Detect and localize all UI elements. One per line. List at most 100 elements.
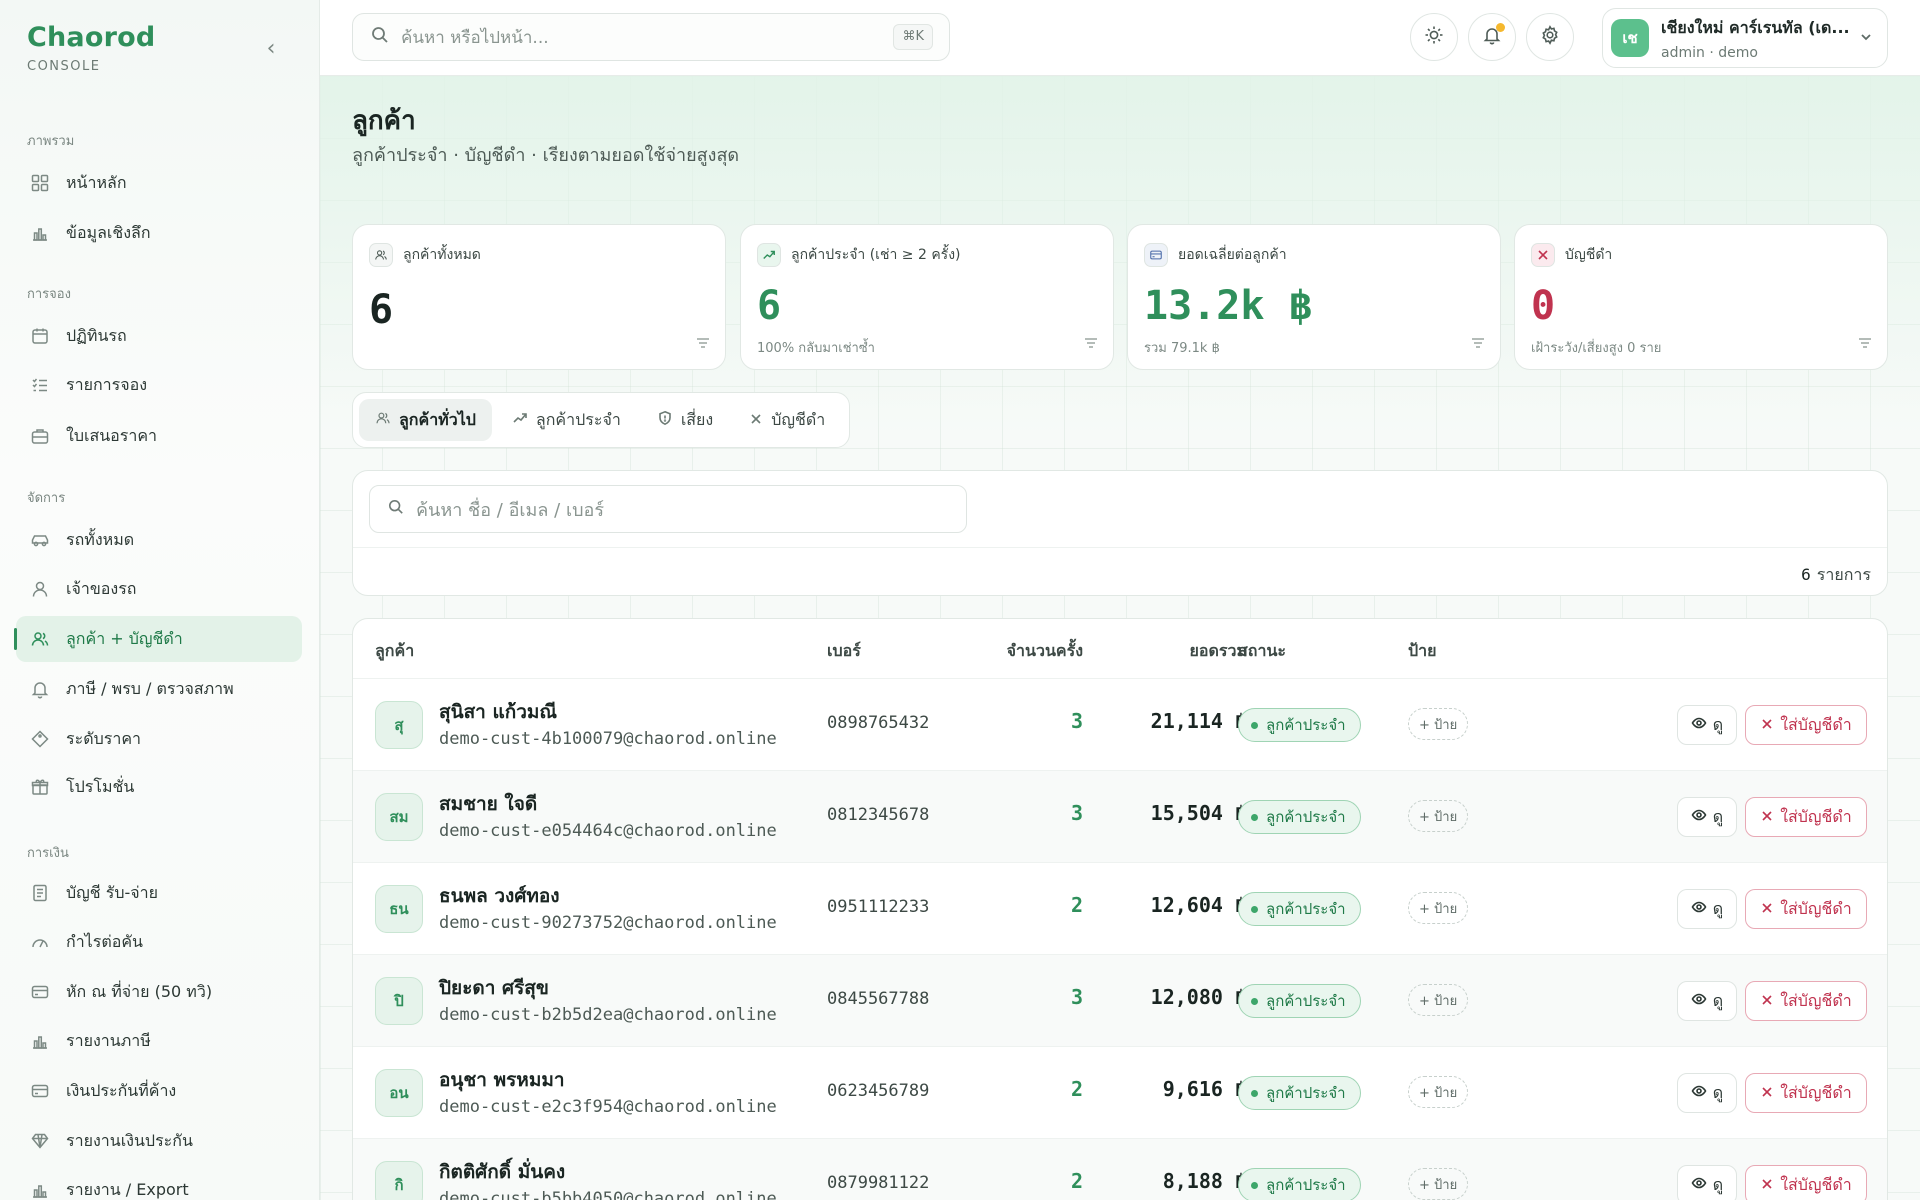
blacklist-label: ใส่บัญชีดำ [1780, 714, 1852, 734]
sidebar-item[interactable]: รายงานภาษี [16, 1018, 302, 1064]
filter-icon[interactable] [1083, 335, 1099, 355]
blacklist-button[interactable]: ใส่บัญชีดำ [1745, 889, 1867, 929]
blacklist-button[interactable]: ใส่บัญชีดำ [1745, 705, 1867, 745]
sidebar-item[interactable]: ลูกค้า + บัญชีดำ [14, 616, 302, 662]
tab-label: ลูกค้าประจำ [535, 409, 621, 429]
table-row[interactable]: ปิ ปิยะดา ศรีสุข demo-cust-b2b5d2ea@chaoro… [353, 955, 1887, 1047]
view-button[interactable]: ดู [1677, 981, 1737, 1021]
sidebar-item-label: เจ้าของรถ [66, 578, 137, 598]
sidebar-item[interactable]: รายการจอง [16, 362, 302, 408]
customer-name: สุนิสา แก้วมณี [439, 701, 558, 723]
view-button[interactable]: ดู [1677, 1073, 1737, 1113]
view-label: ดู [1712, 714, 1724, 734]
blacklist-button[interactable]: ใส่บัญชีดำ [1745, 1165, 1867, 1200]
sidebar-item-label: ข้อมูลเชิงลึก [66, 222, 151, 242]
col-phone[interactable]: เบอร์ [827, 639, 861, 664]
blacklist-button[interactable]: ใส่บัญชีดำ [1745, 797, 1867, 837]
view-button[interactable]: ดู [1677, 1165, 1737, 1200]
stat-note: 100% กลับมาเช่าซ้ำ [757, 341, 875, 356]
sidebar-item[interactable]: ข้อมูลเชิงลึก [16, 210, 302, 256]
user-menu[interactable]: เช เชียงใหม่ คาร์เรนทัล (เด... admin · d… [1602, 8, 1888, 68]
diamond-icon [30, 1131, 50, 1151]
blacklist-button[interactable]: ใส่บัญชีดำ [1745, 1073, 1867, 1113]
status-badge: ลูกค้าประจำ [1238, 892, 1361, 926]
settings-button[interactable] [1526, 13, 1574, 61]
sidebar-item[interactable]: ปฏิทินรถ [16, 313, 302, 359]
filter-icon[interactable] [1857, 335, 1873, 355]
stat-value: 6 [369, 287, 394, 333]
divider [353, 547, 1887, 548]
customer-name: ปิยะดา ศรีสุข [439, 977, 549, 999]
view-button[interactable]: ดู [1677, 797, 1737, 837]
table-row[interactable]: อน อนุชา พรหมมา demo-cust-e2c3f954@chaorod… [353, 1047, 1887, 1139]
sidebar-item-label: กำไรต่อคัน [66, 931, 143, 951]
collapse-sidebar-icon[interactable]: ‹ [260, 38, 282, 60]
sidebar-item[interactable]: กำไรต่อคัน [16, 919, 302, 965]
blacklist-button[interactable]: ใส่บัญชีดำ [1745, 981, 1867, 1021]
col-customer[interactable]: ลูกค้า [375, 639, 414, 664]
tab[interactable]: เสี่ยง [641, 399, 729, 441]
col-total[interactable]: ยอดรวม [1083, 639, 1248, 664]
gift-icon [30, 777, 50, 797]
table-row[interactable]: ธน ธนพล วงศ์ทอง demo-cust-90273752@chaorod… [353, 863, 1887, 955]
tag-icon [30, 729, 50, 749]
bar-chart-icon [30, 1180, 50, 1200]
filter-icon[interactable] [695, 335, 711, 355]
sidebar-item[interactable]: เจ้าของรถ [16, 566, 302, 612]
customer-table: ลูกค้า เบอร์ จำนวนครั้ง ยอดรวม สถานะ ป้า… [352, 618, 1888, 1200]
status-dot [1251, 997, 1258, 1005]
rental-count: 2 [1070, 893, 1083, 917]
x-icon [1760, 992, 1774, 1011]
customer-phone: 0951112233 [827, 897, 930, 917]
sidebar-item[interactable]: รายงาน / Export [16, 1167, 302, 1200]
view-label: ดู [1712, 898, 1724, 918]
sidebar-item[interactable]: รายงานเงินประกัน [16, 1118, 302, 1164]
sidebar-item[interactable]: บัญชี รับ-จ่าย [16, 870, 302, 916]
table-row[interactable]: สุ สุนิสา แก้วมณี demo-cust-4b100079@chaor… [353, 679, 1887, 771]
col-count[interactable]: จำนวนครั้ง [973, 639, 1083, 664]
customer-search-input[interactable]: ค้นหา ชื่อ / อีเมล / เบอร์ [369, 485, 967, 533]
theme-toggle-button[interactable] [1410, 13, 1458, 61]
sidebar-item[interactable]: รถทั้งหมด [16, 517, 302, 563]
tab[interactable]: ลูกค้าประจำ [496, 399, 637, 441]
status-badge: ลูกค้าประจำ [1238, 800, 1361, 834]
filter-card: ค้นหา ชื่อ / อีเมล / เบอร์ 6 รายการ [352, 470, 1888, 596]
sidebar-item[interactable]: ใบเสนอราคา [16, 413, 302, 459]
sidebar-item[interactable]: ระดับราคา [16, 716, 302, 762]
add-tag-button[interactable]: + ป้าย [1408, 892, 1469, 924]
notifications-button[interactable] [1468, 13, 1516, 61]
customer-search-placeholder: ค้นหา ชื่อ / อีเมล / เบอร์ [416, 499, 604, 521]
add-tag-button[interactable]: + ป้าย [1408, 1168, 1469, 1200]
sidebar-item[interactable]: หน้าหลัก [16, 160, 302, 206]
x-icon [1760, 900, 1774, 919]
col-status[interactable]: สถานะ [1238, 639, 1286, 664]
brand[interactable]: Chaorod CONSOLE [27, 22, 155, 74]
tab[interactable]: บัญชีดำ [733, 399, 841, 441]
sidebar-item[interactable]: เงินประกันที่ค้าง [16, 1068, 302, 1114]
add-tag-button[interactable]: + ป้าย [1408, 984, 1469, 1016]
bar-chart-icon [30, 223, 50, 243]
add-tag-button[interactable]: + ป้าย [1408, 1076, 1469, 1108]
sidebar-item[interactable]: หัก ณ ที่จ่าย (50 ทวิ) [16, 969, 302, 1015]
filter-icon[interactable] [1470, 335, 1486, 355]
eye-icon [1691, 715, 1707, 735]
table-row[interactable]: สม สมชาย ใจดี demo-cust-e054464c@chaorod.o… [353, 771, 1887, 863]
customer-tabs: ลูกค้าทั่วไป ลูกค้าประจำ เสี่ยง บัญชีดำ [352, 392, 850, 448]
sidebar-item[interactable]: ภาษี / พรบ / ตรวจสภาพ [16, 666, 302, 712]
sidebar-item[interactable]: โปรโมชั่น [16, 764, 302, 810]
view-button[interactable]: ดู [1677, 705, 1737, 745]
status-label: ลูกค้าประจำ [1266, 1176, 1346, 1194]
customer-name: สมชาย ใจดี [439, 793, 538, 815]
table-row[interactable]: กิ กิตติศักดิ์ มั่นคง demo-cust-b5bb4050@c… [353, 1139, 1887, 1200]
rental-count: 3 [1070, 801, 1083, 825]
status-dot [1251, 1181, 1258, 1189]
notification-dot [1496, 23, 1505, 32]
add-tag-button[interactable]: + ป้าย [1408, 708, 1469, 740]
customer-avatar: สม [375, 793, 423, 841]
global-search-input[interactable]: ค้นหา หรือไปหน้า... ⌘K [352, 13, 950, 61]
col-tag[interactable]: ป้าย [1408, 639, 1437, 664]
view-button[interactable]: ดู [1677, 889, 1737, 929]
tab[interactable]: ลูกค้าทั่วไป [359, 399, 492, 441]
total-spend: 15,504 ฿ [1150, 801, 1247, 825]
add-tag-button[interactable]: + ป้าย [1408, 800, 1469, 832]
